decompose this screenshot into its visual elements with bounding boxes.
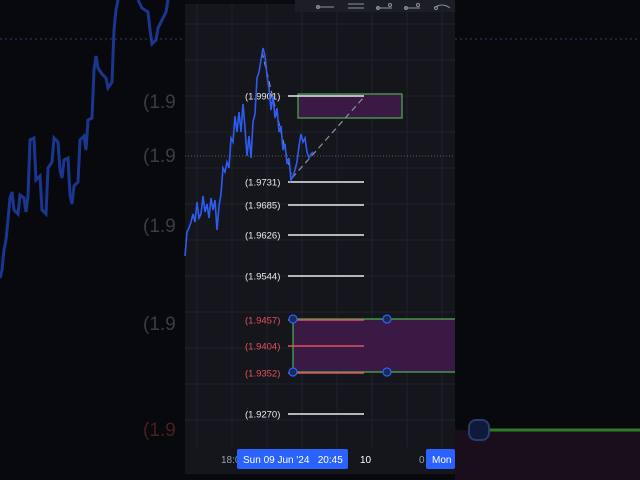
background-price-label-red: (1.9	[143, 420, 176, 441]
fib-level-label: (1.9404)	[245, 342, 280, 353]
next-time-label: Mon	[432, 455, 451, 466]
zone-handle[interactable]	[288, 367, 298, 377]
time-tick-label: 10	[360, 455, 372, 466]
fib-level-label: (1.9901)	[245, 92, 280, 103]
crosshair-time-label: Sun 09 Jun '24 20:45	[243, 455, 343, 466]
fib-level-label: (1.9457)	[245, 316, 280, 327]
background-price-label: (1.9	[143, 146, 176, 167]
time-tick-label: 0	[419, 455, 425, 466]
time-axis[interactable]: 18:0 Sun 09 Jun '24 20:45 10 0 Mon	[185, 447, 455, 474]
zone-handle[interactable]	[288, 314, 298, 324]
fib-level-label: (1.9731)	[245, 178, 280, 189]
main-chart-panel[interactable]: (1.9901) (1.9731) (1.9685) (1.9626) (1.9544)…	[184, 0, 455, 474]
chart-panel-bg	[185, 4, 455, 474]
fib-level-label: (1.9685)	[245, 201, 280, 212]
zone-handle[interactable]	[382, 367, 392, 377]
background-price-label: (1.9	[143, 216, 176, 237]
background-handle	[468, 419, 490, 441]
target-zone-box[interactable]	[297, 93, 403, 119]
fib-level-label: (1.9270)	[245, 410, 280, 421]
background-price-label: (1.9	[143, 92, 176, 113]
fib-level-label: (1.9544)	[245, 272, 280, 283]
background-price-label: (1.9	[143, 314, 176, 335]
drawing-toolbar	[295, 0, 455, 12]
chart-scene: (1.9 (1.9 (1.9 (1.9 (1.9 (1.9901)(1.9731…	[0, 0, 640, 480]
zone-handle[interactable]	[382, 314, 392, 324]
fib-level-label: (1.9352)	[245, 369, 280, 380]
fib-level-label: (1.9626)	[245, 231, 280, 242]
